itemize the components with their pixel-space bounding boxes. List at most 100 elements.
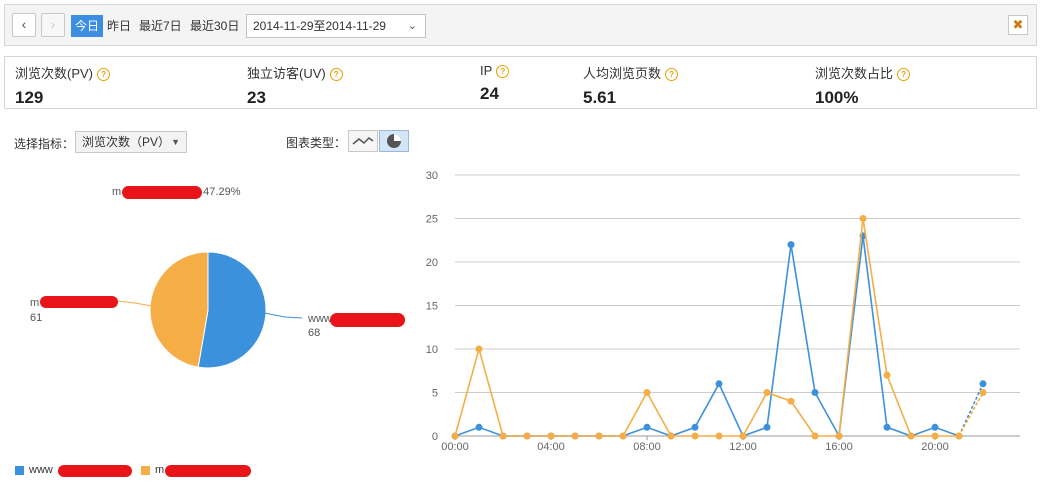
series-point[interactable]: [451, 432, 459, 440]
metric-label: 浏览次数占比: [815, 66, 894, 81]
series-point[interactable]: [931, 432, 939, 440]
y-tick-label: 5: [432, 388, 438, 400]
legend-swatch-a: [15, 466, 24, 475]
chart-type-label: 图表类型：: [286, 136, 347, 150]
period-today[interactable]: 今日: [71, 15, 104, 37]
series-point[interactable]: [523, 432, 531, 440]
metric-value: 24: [480, 84, 499, 103]
series-point[interactable]: [643, 389, 651, 396]
legend-item-b[interactable]: m: [155, 464, 164, 476]
pie-chart: [117, 251, 303, 369]
series-line-projected-1: [958, 392, 984, 437]
metric-label: 浏览次数(PV): [15, 66, 94, 81]
period-last7[interactable]: 最近7日: [135, 15, 186, 37]
period-last30[interactable]: 最近30日: [186, 15, 243, 37]
series-point[interactable]: [475, 345, 483, 353]
redaction-mark: [58, 465, 132, 477]
series-point[interactable]: [499, 432, 507, 440]
metric-ip: IP? 24: [480, 63, 510, 104]
series-point[interactable]: [907, 432, 915, 440]
y-tick-label: 30: [426, 170, 438, 182]
chevron-right-icon: ›: [50, 16, 56, 32]
legend-item-a[interactable]: www: [29, 464, 53, 476]
prev-day-button[interactable]: ‹: [12, 13, 36, 37]
series-point[interactable]: [883, 423, 891, 431]
metric-avg-pages: 人均浏览页数? 5.61: [583, 63, 679, 108]
metric-select-label: 选择指标：: [14, 137, 75, 151]
series-point[interactable]: [955, 432, 963, 440]
metric-value: 129: [15, 88, 44, 107]
series-line-0: [454, 235, 960, 439]
metric-uv: 独立访客(UV)? 23: [247, 63, 343, 108]
metric-select-value: 浏览次数（PV）: [82, 135, 171, 149]
help-icon[interactable]: ?: [496, 65, 510, 78]
metric-label: 人均浏览页数: [583, 66, 662, 81]
series-point[interactable]: [667, 432, 675, 440]
chevron-left-icon: ‹: [21, 16, 27, 32]
pie-right-label-value: 68: [308, 327, 321, 339]
x-tick-label: 16:00: [825, 441, 853, 453]
pie-leader-line-a: [263, 312, 303, 319]
series-point[interactable]: [787, 241, 795, 249]
help-icon[interactable]: ?: [665, 68, 679, 81]
help-icon[interactable]: ?: [897, 68, 911, 81]
metric-pv-share: 浏览次数占比? 100%: [815, 63, 911, 108]
series-point[interactable]: [811, 389, 819, 396]
legend-swatch-b: [141, 466, 150, 475]
metric-value: 5.61: [583, 88, 617, 107]
line-chart-type-button[interactable]: [348, 130, 378, 152]
series-point[interactable]: [835, 432, 843, 440]
toolbar: ‹ › 今日 昨日 最近7日 最近30日 2014-11-29至2014-11-…: [4, 4, 1037, 46]
chevron-down-icon: ⌄: [407, 20, 417, 32]
series-point[interactable]: [859, 215, 867, 222]
pie-slice-1[interactable]: [149, 251, 209, 368]
series-point[interactable]: [883, 371, 891, 379]
series-point[interactable]: [595, 432, 603, 440]
pie-chart-type-button[interactable]: [379, 130, 409, 152]
pie-top-label-value: 47.29%: [203, 186, 241, 198]
series-point[interactable]: [475, 423, 483, 431]
series-point[interactable]: [763, 423, 771, 431]
series-point[interactable]: [619, 432, 627, 440]
help-icon[interactable]: ?: [97, 68, 111, 81]
metric-pv: 浏览次数(PV)? 129: [15, 63, 111, 108]
x-tick-label: 00:00: [441, 441, 469, 453]
help-icon[interactable]: ?: [329, 68, 343, 81]
caret-down-icon: ▼: [171, 137, 180, 147]
next-day-button[interactable]: ›: [41, 13, 65, 37]
line-chart-icon: [352, 137, 374, 145]
x-tick-label: 20:00: [921, 441, 949, 453]
metric-label: IP: [480, 63, 493, 78]
metric-select[interactable]: 浏览次数（PV） ▼: [75, 131, 187, 153]
series-point[interactable]: [979, 380, 987, 388]
pie-leader-line-b: [117, 300, 153, 307]
metric-value: 23: [247, 88, 266, 107]
y-tick-label: 0: [432, 431, 438, 443]
series-point[interactable]: [787, 397, 795, 405]
series-point[interactable]: [715, 432, 723, 440]
series-point[interactable]: [979, 389, 987, 396]
pin-button[interactable]: ✖: [1008, 15, 1028, 35]
x-tick-label: 04:00: [537, 441, 565, 453]
pie-left-label-name: m: [30, 297, 40, 309]
series-line-projected-0: [958, 383, 984, 437]
y-tick-label: 20: [426, 257, 438, 269]
line-chart: 0 5 10 15 20 25 30 00:00 04:00 08:00 12:00 16:00 20:…: [426, 170, 1020, 453]
metric-value: 100%: [815, 88, 859, 107]
series-point[interactable]: [571, 432, 579, 440]
series-point[interactable]: [739, 432, 747, 440]
x-tick-label: 12:00: [729, 441, 757, 453]
series-point[interactable]: [811, 432, 819, 440]
series-point[interactable]: [691, 423, 699, 431]
series-point[interactable]: [715, 380, 723, 388]
date-range-select[interactable]: 2014-11-29至2014-11-29 ⌄: [246, 14, 426, 38]
period-yesterday[interactable]: 昨日: [103, 15, 135, 37]
series-point[interactable]: [763, 389, 771, 396]
metrics-summary: 浏览次数(PV)? 129 独立访客(UV)? 23 IP? 24 人均浏览页数…: [4, 56, 1037, 109]
series-point[interactable]: [691, 432, 699, 440]
series-point[interactable]: [931, 423, 939, 431]
series-point[interactable]: [643, 423, 651, 431]
redaction-mark: [330, 313, 405, 327]
series-point[interactable]: [547, 432, 555, 440]
pie-chart-icon: [387, 134, 401, 148]
